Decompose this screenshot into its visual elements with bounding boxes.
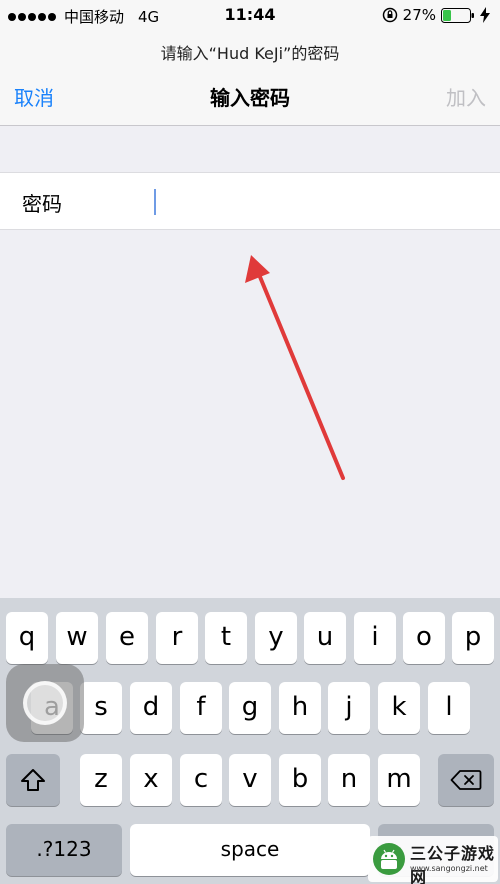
- backspace-icon: [450, 770, 482, 790]
- shift-key[interactable]: [6, 754, 60, 806]
- join-button[interactable]: 加入: [446, 82, 486, 111]
- key-g[interactable]: g: [229, 682, 271, 734]
- password-label: 密码: [22, 192, 62, 216]
- key-f[interactable]: f: [180, 682, 222, 734]
- shift-icon: [21, 769, 45, 791]
- rotation-lock-icon: [382, 7, 397, 23]
- delete-key[interactable]: [438, 754, 494, 806]
- site-watermark: 三公子游戏网 www.sangongzi.net: [368, 836, 498, 884]
- key-y[interactable]: y: [255, 612, 297, 664]
- key-z[interactable]: z: [80, 754, 122, 806]
- assistive-touch-button[interactable]: [6, 664, 84, 742]
- password-prompt: 请输入“Hud KeJi”的密码: [160, 44, 340, 63]
- key-n[interactable]: n: [328, 754, 370, 806]
- page-title: 输入密码: [210, 86, 290, 110]
- key-h[interactable]: h: [279, 682, 321, 734]
- key-k[interactable]: k: [378, 682, 420, 734]
- navigation-header: 请输入“Hud KeJi”的密码 取消 输入密码 加入: [0, 30, 500, 126]
- key-v[interactable]: v: [229, 754, 271, 806]
- password-row[interactable]: 密码: [0, 172, 500, 230]
- watermark-title: 三公子游戏网: [410, 844, 496, 884]
- key-b[interactable]: b: [279, 754, 321, 806]
- key-u[interactable]: u: [304, 612, 346, 664]
- status-bar: 中国移动 4G 11:44 27%: [0, 0, 500, 30]
- android-logo-icon: [373, 843, 405, 875]
- watermark-url: www.sangongzi.net: [410, 864, 488, 873]
- key-t[interactable]: t: [205, 612, 247, 664]
- key-r[interactable]: r: [156, 612, 198, 664]
- key-i[interactable]: i: [354, 612, 396, 664]
- battery-percent: 27%: [402, 6, 436, 24]
- key-e[interactable]: e: [106, 612, 148, 664]
- space-key[interactable]: space: [130, 824, 370, 876]
- key-s[interactable]: s: [80, 682, 122, 734]
- key-c[interactable]: c: [180, 754, 222, 806]
- key-w[interactable]: w: [56, 612, 98, 664]
- charging-bolt-icon: [480, 7, 490, 23]
- key-q[interactable]: q: [6, 612, 48, 664]
- key-x[interactable]: x: [130, 754, 172, 806]
- key-p[interactable]: p: [452, 612, 494, 664]
- text-cursor: [154, 189, 156, 215]
- key-l[interactable]: l: [428, 682, 470, 734]
- key-j[interactable]: j: [328, 682, 370, 734]
- numbers-key[interactable]: .?123: [6, 824, 122, 876]
- key-o[interactable]: o: [403, 612, 445, 664]
- key-d[interactable]: d: [130, 682, 172, 734]
- key-m[interactable]: m: [378, 754, 420, 806]
- assistive-touch-icon: [23, 681, 67, 725]
- password-field[interactable]: [154, 182, 484, 222]
- battery-icon: [441, 7, 474, 23]
- status-right: 27%: [382, 6, 490, 24]
